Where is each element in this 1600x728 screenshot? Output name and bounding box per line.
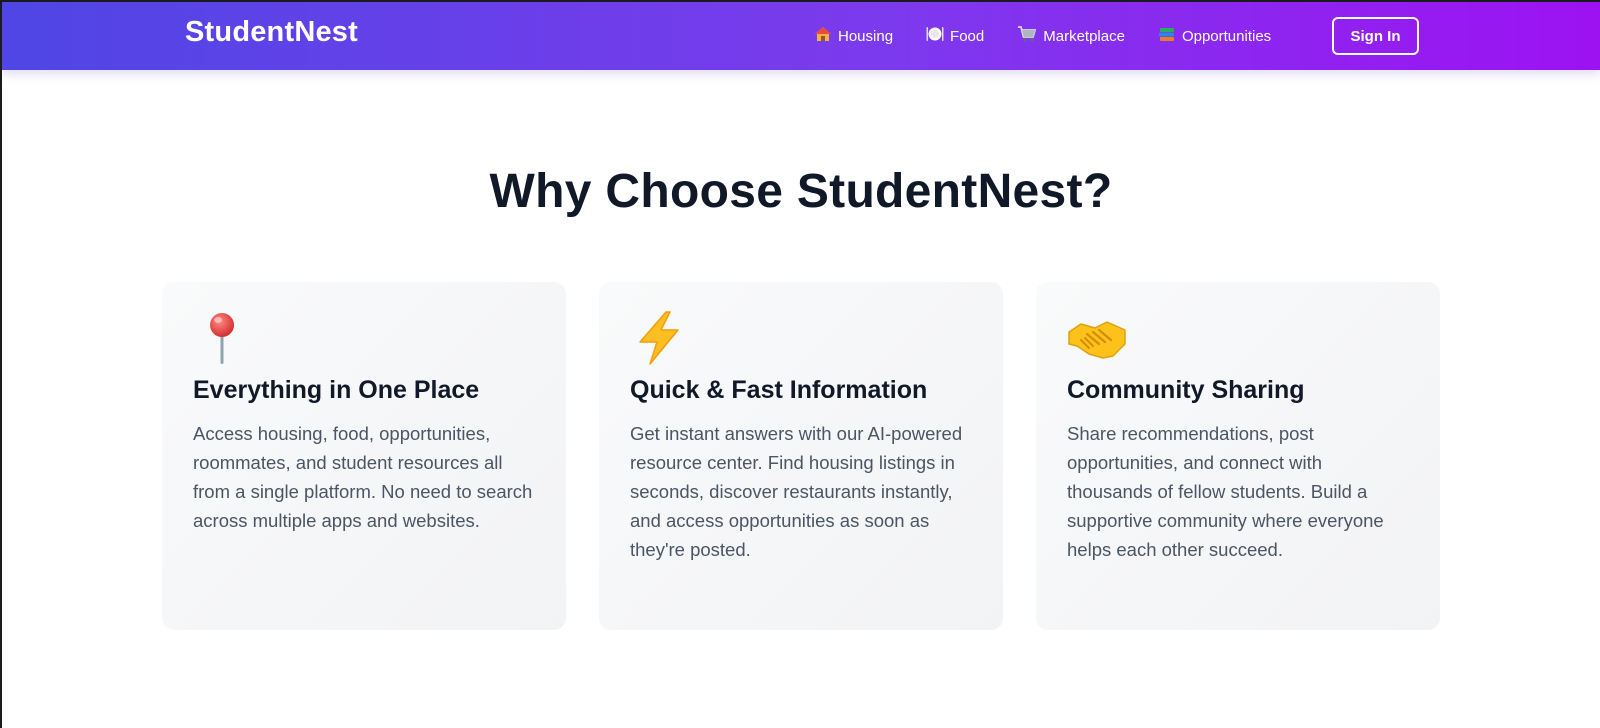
cart-icon (1017, 25, 1037, 47)
lightning-icon (630, 310, 690, 366)
nav-opportunities[interactable]: Opportunities (1158, 25, 1271, 47)
nav-marketplace[interactable]: Marketplace (1017, 25, 1125, 47)
nav-food[interactable]: Food (926, 25, 984, 47)
feature-card-text: Share recommendations, post opportunitie… (1067, 423, 1384, 560)
main-nav: Housing Food Marketplace Opportunities (814, 24, 1304, 48)
feature-card-text: Get instant answers with our AI-powered … (630, 423, 963, 560)
feature-card-title: Community Sharing (1067, 376, 1305, 404)
page: StudentNest Housing Food Marketplace Opp… (0, 0, 1600, 728)
pushpin-icon (193, 310, 253, 366)
feature-card-text: Access housing, food, opportunities, roo… (193, 423, 533, 531)
house-icon (814, 25, 832, 47)
feature-card: Everything in One Place Access housing, … (162, 282, 566, 630)
logo[interactable]: StudentNest (185, 16, 358, 49)
feature-card: Quick & Fast Information Get instant ans… (599, 282, 1003, 630)
handshake-icon (1067, 310, 1127, 366)
nav-housing-label: Housing (838, 27, 894, 45)
books-icon (1158, 25, 1176, 47)
feature-card-title: Quick & Fast Information (630, 376, 928, 404)
sign-in-button[interactable]: Sign In (1332, 17, 1419, 55)
nav-food-label: Food (950, 27, 985, 45)
nav-housing[interactable]: Housing (814, 25, 893, 47)
nav-opportunities-label: Opportunities (1181, 27, 1272, 45)
section-heading: Why Choose StudentNest? (489, 165, 1113, 218)
feature-card: Community Sharing Share recommendations,… (1036, 282, 1440, 630)
top-navbar: StudentNest Housing Food Marketplace Opp… (2, 2, 1600, 70)
plate-icon (926, 25, 944, 47)
nav-marketplace-label: Marketplace (1043, 27, 1125, 45)
feature-card-title: Everything in One Place (193, 376, 480, 404)
